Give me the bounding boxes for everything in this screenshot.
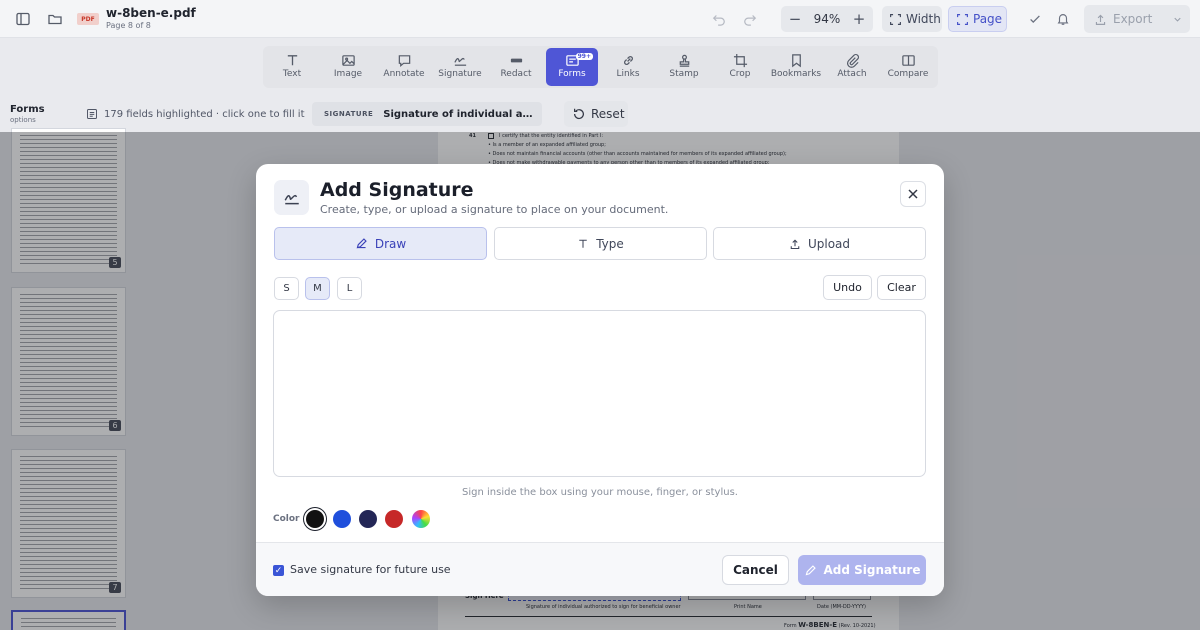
close-icon (908, 189, 918, 199)
pen-icon (356, 238, 367, 249)
color-swatch-red[interactable] (385, 510, 403, 528)
tab-label: Upload (807, 236, 851, 251)
add-signature-dialog: Add Signature Create, type, or upload a … (256, 164, 944, 596)
undo-button[interactable]: Undo (823, 275, 872, 300)
tab-draw[interactable]: Draw (274, 227, 487, 260)
upload-icon (790, 239, 800, 249)
tab-upload[interactable]: Upload (713, 227, 926, 260)
dialog-footer: ✓ Save signature for future use Cancel A… (256, 542, 944, 596)
canvas-hint: Sign inside the box using your mouse, fi… (462, 487, 738, 498)
tab-type[interactable]: Type (494, 227, 707, 260)
tab-label: Draw (374, 236, 407, 251)
color-label: Color (273, 514, 300, 524)
add-signature-label: Add Signature (823, 563, 921, 577)
clear-button[interactable]: Clear (877, 275, 926, 300)
custom-color-picker[interactable] (412, 510, 430, 528)
color-swatch-black[interactable] (306, 510, 324, 528)
signature-canvas[interactable] (273, 310, 926, 477)
color-swatch-navy[interactable] (359, 510, 377, 528)
save-signature-checkbox[interactable]: ✓ (273, 565, 284, 576)
dialog-subtitle: Create, type, or upload a signature to p… (320, 203, 669, 216)
save-signature-label[interactable]: Save signature for future use (290, 563, 451, 576)
color-swatch-blue[interactable] (333, 510, 351, 528)
signature-icon (274, 180, 309, 215)
tab-label: Type (596, 236, 624, 251)
add-signature-button[interactable]: Add Signature (798, 555, 926, 585)
size-medium-button[interactable]: M (305, 277, 330, 300)
pen-icon (805, 564, 816, 575)
size-large-button[interactable]: L (337, 277, 362, 300)
cancel-button[interactable]: Cancel (722, 555, 789, 585)
close-button[interactable] (900, 181, 926, 207)
dialog-title: Add Signature (320, 179, 474, 201)
type-icon (579, 239, 587, 248)
size-small-button[interactable]: S (274, 277, 299, 300)
